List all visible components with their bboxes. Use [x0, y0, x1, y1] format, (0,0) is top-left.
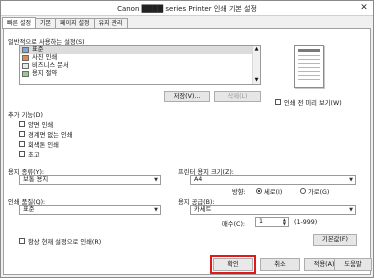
portrait-radio[interactable] [256, 188, 262, 194]
borderless-checkbox[interactable] [19, 131, 25, 137]
list-item[interactable]: 사진 인쇄 [20, 54, 260, 62]
paper-size-select[interactable]: A4 ▼ [190, 175, 356, 185]
defaults-button[interactable]: 기본값(F) [313, 234, 357, 246]
help-button[interactable]: 도움말 [334, 258, 372, 271]
photo-icon [22, 55, 29, 61]
copies-range: (1-999) [294, 219, 318, 226]
media-type-select[interactable]: 보통 용지 ▼ [19, 175, 161, 185]
stepper-down-icon[interactable]: ▼ [283, 222, 286, 226]
save-preset-button[interactable]: 저장(V)... [164, 91, 210, 102]
document-icon [22, 63, 29, 69]
additional-features-list: 양면 인쇄 경계면 없는 인쇄 회색톤 인쇄 초고 [19, 120, 73, 159]
additional-features-heading: 추가 기능(D) [8, 112, 43, 119]
presets-list[interactable]: 표준 사진 인쇄 비즈니스 문서 용지 절약 ▲ ▼ [19, 45, 261, 85]
copies-stepper[interactable]: 1 ▲ ▼ [255, 217, 289, 227]
printer-icon [22, 47, 29, 53]
orientation-portrait[interactable]: 세로(I) [256, 187, 282, 196]
always-preview-option[interactable]: 인쇄 전 미리 보기(W) [275, 98, 342, 107]
delete-preset-button[interactable]: 삭제(L) [214, 91, 261, 102]
option-borderless[interactable]: 경계면 없는 인쇄 [19, 130, 73, 139]
duplex-checkbox[interactable] [19, 121, 25, 127]
orientation-landscape[interactable]: 가로(G) [300, 187, 329, 196]
cancel-button[interactable]: 취소 [260, 258, 300, 271]
copies-label: 매수(C): [222, 221, 246, 228]
chevron-down-icon: ▼ [349, 177, 353, 183]
page-preview-image [294, 45, 324, 88]
option-duplex[interactable]: 양면 인쇄 [19, 120, 73, 129]
window-title: Canon ████ series Printer 인쇄 기본 설정 [117, 5, 257, 13]
option-grayscale[interactable]: 회색톤 인쇄 [19, 140, 73, 149]
ok-button-highlight [210, 255, 256, 274]
chevron-down-icon: ▼ [349, 207, 353, 213]
scroll-up-icon[interactable]: ▲ [253, 46, 260, 53]
list-item[interactable]: 용지 절약 [20, 70, 260, 78]
presets-scrollbar[interactable]: ▲ ▼ [252, 46, 260, 84]
always-print-current-checkbox[interactable] [19, 238, 25, 244]
chevron-down-icon: ▼ [154, 207, 158, 213]
draft-checkbox[interactable] [19, 151, 25, 157]
close-icon[interactable]: ✕ [358, 3, 370, 14]
chevron-down-icon: ▼ [154, 177, 158, 183]
scroll-down-icon[interactable]: ▼ [253, 77, 260, 84]
paper-source-select[interactable]: 카세트 ▼ [190, 205, 356, 215]
always-preview-checkbox[interactable] [275, 99, 281, 105]
paper-save-icon [22, 71, 29, 77]
title-bar: Canon ████ series Printer 인쇄 기본 설정 ✕ [1, 1, 373, 16]
landscape-radio[interactable] [300, 188, 306, 194]
option-draft[interactable]: 초고 [19, 150, 73, 159]
grayscale-checkbox[interactable] [19, 141, 25, 147]
list-item[interactable]: 비즈니스 문서 [20, 62, 260, 70]
list-item[interactable]: 표준 [20, 46, 260, 54]
orientation-label: 방향: [232, 189, 246, 196]
print-quality-select[interactable]: 표준 ▼ [19, 205, 161, 215]
always-print-current-option[interactable]: 항상 현재 설정으로 인쇄(R) [19, 237, 101, 246]
